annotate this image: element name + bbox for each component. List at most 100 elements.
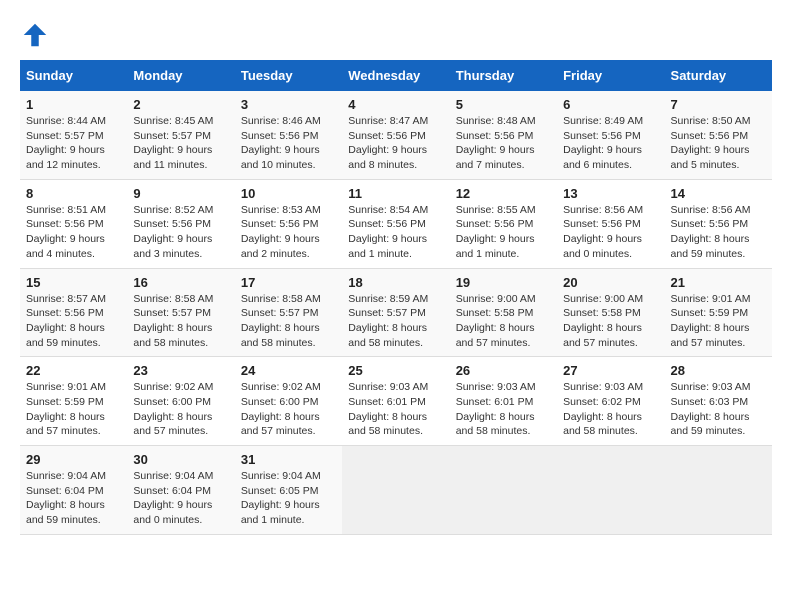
calendar-cell: 28 Sunrise: 9:03 AMSunset: 6:03 PMDaylig…	[665, 357, 772, 446]
calendar-cell: 20 Sunrise: 9:00 AMSunset: 5:58 PMDaylig…	[557, 268, 664, 357]
day-info: Sunrise: 9:03 AMSunset: 6:02 PMDaylight:…	[563, 380, 658, 439]
day-number: 14	[671, 186, 766, 201]
day-info: Sunrise: 9:00 AMSunset: 5:58 PMDaylight:…	[456, 292, 551, 351]
day-number: 15	[26, 275, 121, 290]
day-number: 2	[133, 97, 228, 112]
calendar-cell: 19 Sunrise: 9:00 AMSunset: 5:58 PMDaylig…	[450, 268, 557, 357]
calendar-cell: 16 Sunrise: 8:58 AMSunset: 5:57 PMDaylig…	[127, 268, 234, 357]
calendar-cell: 23 Sunrise: 9:02 AMSunset: 6:00 PMDaylig…	[127, 357, 234, 446]
calendar-cell: 30 Sunrise: 9:04 AMSunset: 6:04 PMDaylig…	[127, 446, 234, 535]
day-info: Sunrise: 9:02 AMSunset: 6:00 PMDaylight:…	[241, 380, 336, 439]
calendar-table: SundayMondayTuesdayWednesdayThursdayFrid…	[20, 60, 772, 535]
day-number: 28	[671, 363, 766, 378]
day-number: 16	[133, 275, 228, 290]
weekday-sunday: Sunday	[20, 60, 127, 91]
calendar-cell	[342, 446, 449, 535]
day-info: Sunrise: 9:01 AMSunset: 5:59 PMDaylight:…	[671, 292, 766, 351]
day-info: Sunrise: 9:03 AMSunset: 6:01 PMDaylight:…	[456, 380, 551, 439]
calendar-header: SundayMondayTuesdayWednesdayThursdayFrid…	[20, 60, 772, 91]
calendar-cell: 25 Sunrise: 9:03 AMSunset: 6:01 PMDaylig…	[342, 357, 449, 446]
week-row-2: 8 Sunrise: 8:51 AMSunset: 5:56 PMDayligh…	[20, 179, 772, 268]
day-info: Sunrise: 8:53 AMSunset: 5:56 PMDaylight:…	[241, 203, 336, 262]
calendar-cell: 27 Sunrise: 9:03 AMSunset: 6:02 PMDaylig…	[557, 357, 664, 446]
day-info: Sunrise: 8:58 AMSunset: 5:57 PMDaylight:…	[133, 292, 228, 351]
day-info: Sunrise: 8:49 AMSunset: 5:56 PMDaylight:…	[563, 114, 658, 173]
day-number: 24	[241, 363, 336, 378]
day-number: 21	[671, 275, 766, 290]
week-row-1: 1 Sunrise: 8:44 AMSunset: 5:57 PMDayligh…	[20, 91, 772, 179]
calendar-cell: 1 Sunrise: 8:44 AMSunset: 5:57 PMDayligh…	[20, 91, 127, 179]
day-info: Sunrise: 8:44 AMSunset: 5:57 PMDaylight:…	[26, 114, 121, 173]
day-info: Sunrise: 8:58 AMSunset: 5:57 PMDaylight:…	[241, 292, 336, 351]
weekday-thursday: Thursday	[450, 60, 557, 91]
calendar-cell: 2 Sunrise: 8:45 AMSunset: 5:57 PMDayligh…	[127, 91, 234, 179]
page-header	[20, 20, 772, 50]
day-info: Sunrise: 8:56 AMSunset: 5:56 PMDaylight:…	[671, 203, 766, 262]
calendar-cell	[665, 446, 772, 535]
calendar-cell: 12 Sunrise: 8:55 AMSunset: 5:56 PMDaylig…	[450, 179, 557, 268]
day-number: 29	[26, 452, 121, 467]
day-number: 20	[563, 275, 658, 290]
day-info: Sunrise: 8:59 AMSunset: 5:57 PMDaylight:…	[348, 292, 443, 351]
weekday-saturday: Saturday	[665, 60, 772, 91]
calendar-cell: 7 Sunrise: 8:50 AMSunset: 5:56 PMDayligh…	[665, 91, 772, 179]
day-info: Sunrise: 8:48 AMSunset: 5:56 PMDaylight:…	[456, 114, 551, 173]
day-info: Sunrise: 9:00 AMSunset: 5:58 PMDaylight:…	[563, 292, 658, 351]
day-number: 25	[348, 363, 443, 378]
day-number: 7	[671, 97, 766, 112]
calendar-cell: 26 Sunrise: 9:03 AMSunset: 6:01 PMDaylig…	[450, 357, 557, 446]
day-number: 13	[563, 186, 658, 201]
day-number: 8	[26, 186, 121, 201]
calendar-cell: 15 Sunrise: 8:57 AMSunset: 5:56 PMDaylig…	[20, 268, 127, 357]
day-number: 1	[26, 97, 121, 112]
day-info: Sunrise: 8:55 AMSunset: 5:56 PMDaylight:…	[456, 203, 551, 262]
day-info: Sunrise: 8:47 AMSunset: 5:56 PMDaylight:…	[348, 114, 443, 173]
calendar-cell: 17 Sunrise: 8:58 AMSunset: 5:57 PMDaylig…	[235, 268, 342, 357]
calendar-cell: 24 Sunrise: 9:02 AMSunset: 6:00 PMDaylig…	[235, 357, 342, 446]
week-row-3: 15 Sunrise: 8:57 AMSunset: 5:56 PMDaylig…	[20, 268, 772, 357]
calendar-cell: 21 Sunrise: 9:01 AMSunset: 5:59 PMDaylig…	[665, 268, 772, 357]
weekday-header-row: SundayMondayTuesdayWednesdayThursdayFrid…	[20, 60, 772, 91]
day-info: Sunrise: 8:57 AMSunset: 5:56 PMDaylight:…	[26, 292, 121, 351]
calendar-cell: 10 Sunrise: 8:53 AMSunset: 5:56 PMDaylig…	[235, 179, 342, 268]
day-info: Sunrise: 9:04 AMSunset: 6:04 PMDaylight:…	[133, 469, 228, 528]
day-number: 27	[563, 363, 658, 378]
calendar-cell: 4 Sunrise: 8:47 AMSunset: 5:56 PMDayligh…	[342, 91, 449, 179]
calendar-cell: 11 Sunrise: 8:54 AMSunset: 5:56 PMDaylig…	[342, 179, 449, 268]
day-number: 4	[348, 97, 443, 112]
day-number: 30	[133, 452, 228, 467]
day-number: 3	[241, 97, 336, 112]
day-info: Sunrise: 8:54 AMSunset: 5:56 PMDaylight:…	[348, 203, 443, 262]
day-info: Sunrise: 8:52 AMSunset: 5:56 PMDaylight:…	[133, 203, 228, 262]
day-info: Sunrise: 9:02 AMSunset: 6:00 PMDaylight:…	[133, 380, 228, 439]
logo	[20, 20, 54, 50]
calendar-cell: 8 Sunrise: 8:51 AMSunset: 5:56 PMDayligh…	[20, 179, 127, 268]
calendar-cell: 3 Sunrise: 8:46 AMSunset: 5:56 PMDayligh…	[235, 91, 342, 179]
day-number: 11	[348, 186, 443, 201]
calendar-cell: 9 Sunrise: 8:52 AMSunset: 5:56 PMDayligh…	[127, 179, 234, 268]
day-number: 19	[456, 275, 551, 290]
week-row-4: 22 Sunrise: 9:01 AMSunset: 5:59 PMDaylig…	[20, 357, 772, 446]
calendar-cell: 14 Sunrise: 8:56 AMSunset: 5:56 PMDaylig…	[665, 179, 772, 268]
weekday-friday: Friday	[557, 60, 664, 91]
weekday-wednesday: Wednesday	[342, 60, 449, 91]
day-info: Sunrise: 8:56 AMSunset: 5:56 PMDaylight:…	[563, 203, 658, 262]
day-info: Sunrise: 9:01 AMSunset: 5:59 PMDaylight:…	[26, 380, 121, 439]
day-info: Sunrise: 8:46 AMSunset: 5:56 PMDaylight:…	[241, 114, 336, 173]
logo-icon	[20, 20, 50, 50]
calendar-cell: 29 Sunrise: 9:04 AMSunset: 6:04 PMDaylig…	[20, 446, 127, 535]
calendar-cell	[557, 446, 664, 535]
calendar-body: 1 Sunrise: 8:44 AMSunset: 5:57 PMDayligh…	[20, 91, 772, 534]
calendar-cell: 22 Sunrise: 9:01 AMSunset: 5:59 PMDaylig…	[20, 357, 127, 446]
weekday-monday: Monday	[127, 60, 234, 91]
day-info: Sunrise: 9:04 AMSunset: 6:04 PMDaylight:…	[26, 469, 121, 528]
day-info: Sunrise: 8:45 AMSunset: 5:57 PMDaylight:…	[133, 114, 228, 173]
day-info: Sunrise: 9:04 AMSunset: 6:05 PMDaylight:…	[241, 469, 336, 528]
day-number: 23	[133, 363, 228, 378]
day-info: Sunrise: 8:51 AMSunset: 5:56 PMDaylight:…	[26, 203, 121, 262]
calendar-cell	[450, 446, 557, 535]
calendar-cell: 5 Sunrise: 8:48 AMSunset: 5:56 PMDayligh…	[450, 91, 557, 179]
day-number: 9	[133, 186, 228, 201]
day-info: Sunrise: 9:03 AMSunset: 6:03 PMDaylight:…	[671, 380, 766, 439]
day-number: 18	[348, 275, 443, 290]
